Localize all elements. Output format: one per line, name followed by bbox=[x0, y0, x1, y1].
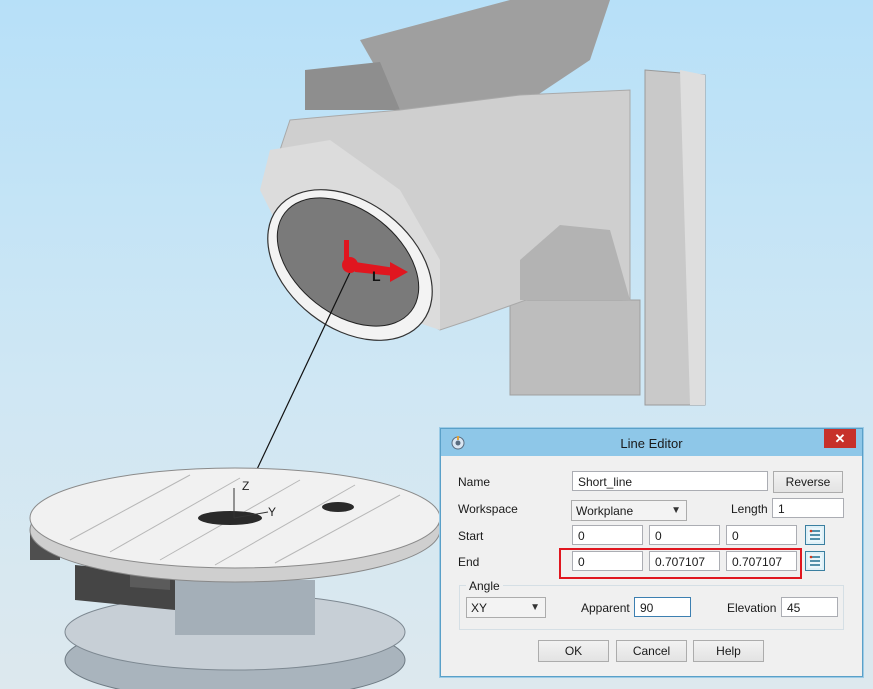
length-field[interactable]: 1 bbox=[772, 498, 844, 518]
apparent-field[interactable]: 90 bbox=[634, 597, 691, 617]
table-support bbox=[175, 580, 315, 635]
start-label: Start bbox=[458, 529, 484, 543]
axis-z-label: Z bbox=[242, 479, 249, 493]
angle-group-label: Angle bbox=[466, 579, 503, 593]
workspace-select-value: Workplane bbox=[576, 504, 634, 518]
table-center-hole bbox=[198, 511, 262, 525]
name-label: Name bbox=[458, 475, 491, 489]
name-field[interactable]: Short_line bbox=[572, 471, 768, 491]
dialog-title: Line Editor bbox=[620, 436, 683, 451]
start-x-field[interactable]: 0 bbox=[572, 525, 643, 545]
elevation-field[interactable]: 45 bbox=[781, 597, 838, 617]
chevron-down-icon: ▼ bbox=[671, 505, 681, 516]
axis-y-label: Y bbox=[268, 505, 276, 519]
angle-plane-select[interactable]: XY ▼ bbox=[466, 597, 546, 618]
end-label: End bbox=[458, 555, 480, 569]
workspace-label: Workspace bbox=[458, 502, 518, 516]
cancel-button[interactable]: Cancel bbox=[616, 640, 687, 662]
angle-plane-value: XY bbox=[471, 601, 488, 615]
title-bar[interactable]: Line Editor ✕ bbox=[441, 429, 862, 456]
line-label: L bbox=[372, 268, 381, 284]
line-editor-dialog: Line Editor ✕ Name Short_line Reverse Wo… bbox=[440, 428, 863, 677]
start-pick-button[interactable] bbox=[805, 525, 825, 545]
reverse-button[interactable]: Reverse bbox=[773, 471, 843, 493]
xyz-pick-icon bbox=[808, 528, 822, 542]
close-button[interactable]: ✕ bbox=[824, 429, 856, 448]
end-pick-button[interactable] bbox=[805, 551, 825, 571]
apparent-label: Apparent bbox=[581, 601, 630, 615]
end-values-highlight bbox=[559, 548, 802, 579]
help-button[interactable]: Help bbox=[693, 640, 764, 662]
start-z-field[interactable]: 0 bbox=[726, 525, 797, 545]
table-side-hole bbox=[322, 502, 354, 512]
machine-base-block bbox=[509, 299, 641, 396]
start-y-field[interactable]: 0 bbox=[649, 525, 720, 545]
xyz-pick-icon bbox=[808, 554, 822, 568]
chevron-down-icon: ▼ bbox=[530, 602, 540, 613]
ok-button[interactable]: OK bbox=[538, 640, 609, 662]
length-label: Length bbox=[731, 502, 768, 516]
elevation-label: Elevation bbox=[727, 601, 777, 615]
workspace-select[interactable]: Workplane ▼ bbox=[571, 500, 687, 521]
